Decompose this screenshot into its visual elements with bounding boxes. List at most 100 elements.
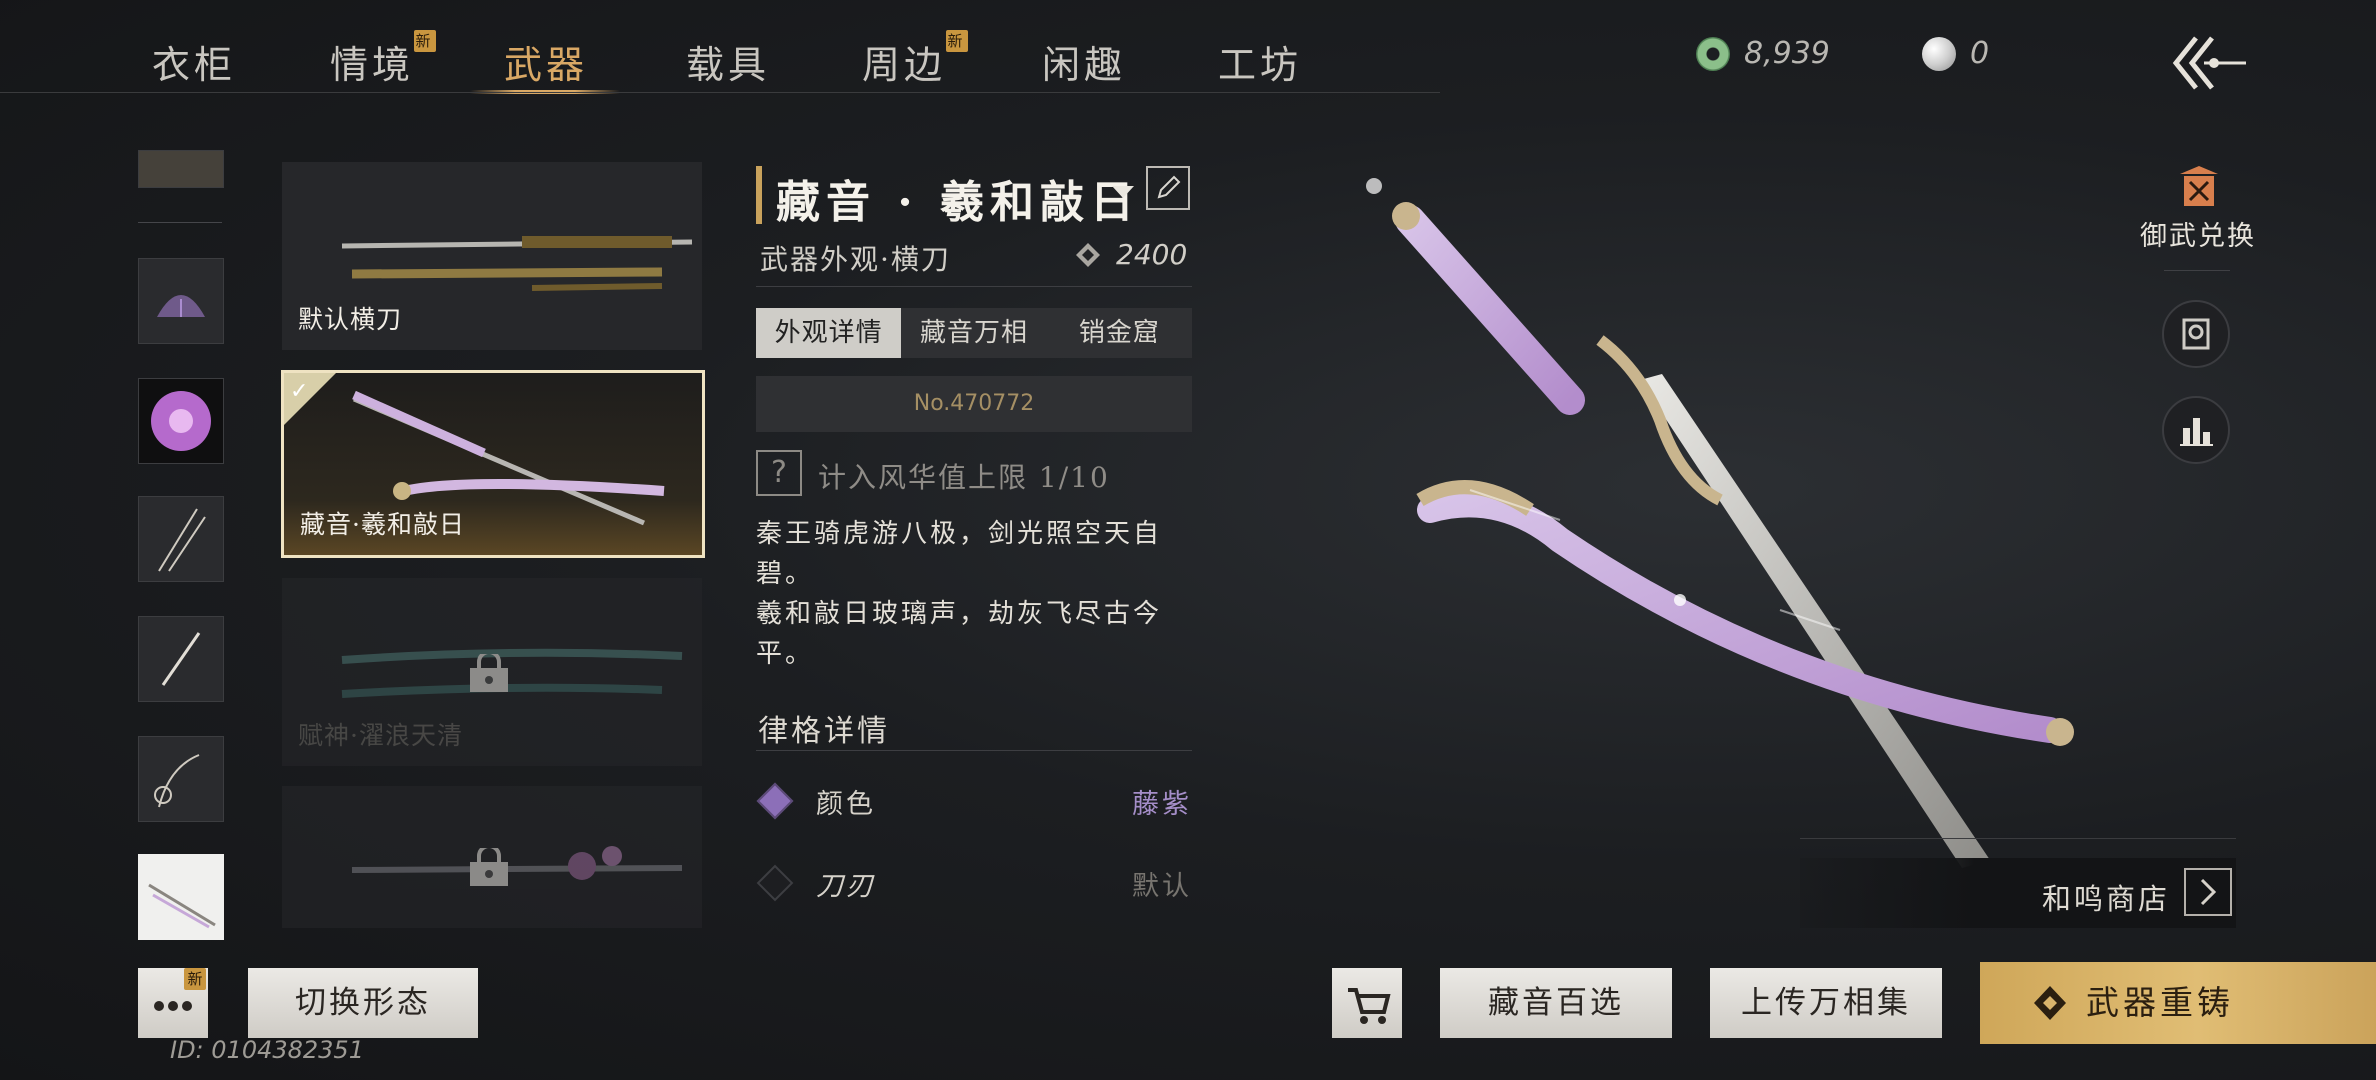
stats-button[interactable] (2162, 396, 2230, 464)
attr-row-color[interactable]: 颜色 藤紫 (756, 780, 1192, 820)
thumb-weapon-whip[interactable] (138, 736, 224, 822)
divider (756, 286, 1192, 287)
jade-currency: 8,939 (1696, 36, 1830, 71)
serial-number: No.470772 (756, 376, 1192, 432)
tab-weapon[interactable]: 武器 (504, 34, 588, 89)
cart-icon (1348, 988, 1391, 1024)
weapon-description: 秦王骑虎游八极，剑光照空天自 碧。 羲和敲日玻璃声，劫灰飞尽古今 平。 (756, 514, 1196, 674)
arrow-right-icon (2200, 878, 2217, 906)
tab-label: 衣柜 (152, 43, 237, 87)
exchange-button[interactable] (2176, 164, 2222, 214)
portrait-button[interactable] (2162, 300, 2230, 368)
weapon-price: 2400 (1074, 238, 1187, 271)
weapon-subtitle: 武器外观·横刀 (760, 243, 951, 276)
weapon-card-locked-1[interactable]: 赋神·濯浪天清 (282, 578, 702, 766)
color-gem-icon (756, 782, 794, 820)
new-badge: 新 (184, 968, 206, 990)
attr-row-blade[interactable]: 刀刃 默认 (756, 862, 1192, 902)
check-icon: ✓ (290, 379, 309, 404)
thumb-weapon-selected[interactable] (138, 854, 224, 940)
description-line: 秦王骑虎游八极，剑光照空天自 (756, 519, 1163, 549)
tab-scene[interactable]: 情境新 (330, 30, 437, 89)
tab-workshop[interactable]: 工坊 (1218, 34, 1302, 89)
thumb-weapon-sword[interactable] (138, 616, 224, 702)
price-value: 2400 (1116, 238, 1188, 271)
fame-count-text: 计入风华值上限 1/10 (818, 461, 1110, 494)
lock-icon (470, 654, 508, 692)
tab-vehicle[interactable]: 载具 (686, 34, 770, 89)
weapon-card-locked-2[interactable] (282, 786, 702, 928)
shop-label: 和鸣商店 (2041, 882, 2170, 916)
card-label: 默认横刀 (298, 305, 403, 334)
thumb-weapon-fan[interactable] (138, 258, 224, 344)
card-label: 赋神·濯浪天清 (298, 721, 463, 750)
pearl-currency: 0 (1922, 36, 1989, 71)
weapon-card-selected[interactable]: ✓ 藏音·羲和敲日 (281, 370, 705, 558)
back-arrow-icon[interactable] (2168, 28, 2250, 98)
tab-label: 情境 (330, 43, 415, 87)
new-badge: 新 (414, 30, 437, 52)
shop-link[interactable]: 和鸣商店 (1800, 858, 2236, 928)
cart-button[interactable] (1332, 968, 1402, 1038)
title-accent-bar (756, 166, 762, 224)
exchange-icon (2180, 166, 2218, 206)
reforge-label: 武器重铸 (2086, 983, 2234, 1022)
pearl-icon (1922, 36, 1956, 71)
weapon-card-default[interactable]: 默认横刀 (282, 162, 702, 350)
weapon-preview[interactable] (1300, 150, 2120, 870)
switch-form-button[interactable]: 切换形态 (248, 968, 478, 1038)
tab-label: 闲趣 (1042, 43, 1127, 87)
collection-button[interactable]: 藏音百选 (1440, 968, 1672, 1038)
nav-divider (0, 92, 1440, 93)
description-line: 平。 (756, 639, 815, 669)
exchange-label[interactable]: 御武兑换 (2140, 214, 2256, 253)
twin-blades-icon (158, 508, 206, 572)
stats-icon (2180, 418, 2213, 446)
more-button[interactable]: 新 (138, 968, 208, 1038)
divider (756, 750, 1192, 751)
card-label: 藏音·羲和敲日 (300, 510, 465, 539)
tab-peripheral[interactable]: 周边新 (862, 30, 969, 89)
whip-icon (154, 754, 200, 808)
sword-icon (161, 632, 201, 686)
new-badge: 新 (946, 30, 969, 52)
weapon-title: 藏音 · 羲和敲日 (776, 177, 1140, 228)
blade-gem-icon (756, 864, 794, 902)
diamond-icon (2030, 962, 2070, 1074)
tab-label: 工坊 (1218, 43, 1303, 87)
attr-value: 藤紫 (1132, 789, 1192, 820)
divider (1800, 838, 2236, 839)
selected-weapon-icon (148, 883, 216, 929)
subtab-variations[interactable]: 藏音万相 (901, 308, 1046, 358)
tab-label: 周边 (862, 43, 947, 87)
top-nav: 衣柜 情境新 武器 载具 周边新 闲趣 工坊 (0, 0, 1440, 96)
umbrella-icon (151, 391, 211, 451)
attr-value: 默认 (1132, 871, 1192, 902)
subtab-appearance[interactable]: 外观详情 (756, 308, 902, 358)
jade-amount: 8,939 (1744, 36, 1830, 71)
tab-leisure[interactable]: 闲趣 (1042, 34, 1126, 89)
thumb-weapon-twin-blades[interactable] (138, 496, 224, 582)
portrait-icon (2182, 318, 2210, 350)
subtab-shop[interactable]: 销金窟 (1047, 308, 1192, 358)
upload-button[interactable]: 上传万相集 (1710, 968, 1942, 1038)
attr-name: 颜色 (816, 789, 876, 820)
tab-wardrobe[interactable]: 衣柜 (152, 34, 236, 89)
attr-name: 刀刃 (816, 871, 876, 902)
description-line: 羲和敲日玻璃声，劫灰飞尽古今 (756, 599, 1163, 629)
help-icon[interactable]: ? (756, 450, 802, 496)
reforge-button[interactable]: 武器重铸 (1980, 962, 2376, 1044)
divider (2164, 270, 2230, 271)
section-title: 律格详情 (758, 714, 890, 749)
column-divider (138, 222, 222, 223)
jade-coin-icon (1696, 36, 1730, 71)
shop-arrow-button[interactable] (2184, 868, 2232, 916)
edit-button[interactable] (1146, 166, 1190, 210)
tab-label: 载具 (686, 43, 771, 87)
pearl-amount: 0 (1970, 36, 1990, 71)
thumb-weapon-umbrella[interactable] (138, 378, 224, 464)
dropdown-icon[interactable] (1112, 186, 1134, 198)
thumb-weapon-0[interactable] (138, 150, 224, 188)
tab-label: 武器 (504, 43, 589, 87)
fan-icon (157, 295, 205, 317)
